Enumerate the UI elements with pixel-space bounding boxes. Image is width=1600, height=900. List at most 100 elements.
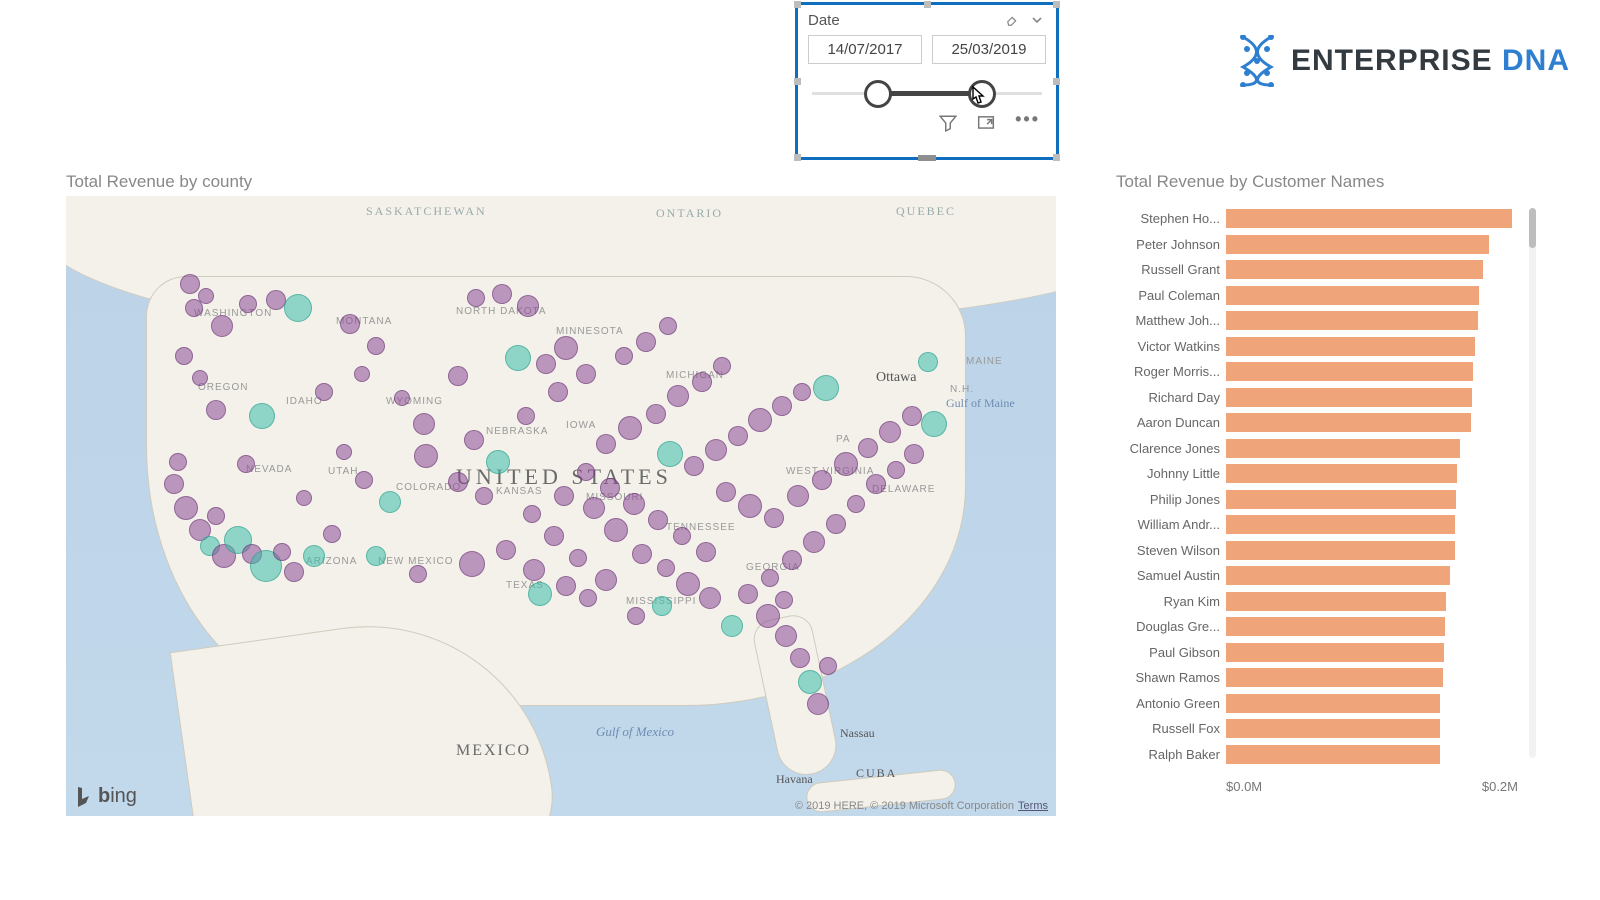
focus-mode-icon[interactable] <box>977 114 995 137</box>
map-data-bubble[interactable] <box>764 508 784 528</box>
map-data-bubble[interactable] <box>798 670 822 694</box>
map-data-bubble[interactable] <box>632 544 652 564</box>
bar-row[interactable]: Antonio Green <box>1116 691 1518 717</box>
bar-row[interactable]: Peter Johnson <box>1116 232 1518 258</box>
bar-row[interactable]: Russell Fox <box>1116 716 1518 742</box>
map-data-bubble[interactable] <box>486 450 510 474</box>
map-data-bubble[interactable] <box>618 416 642 440</box>
map-data-bubble[interactable] <box>604 518 628 542</box>
map-provider-logo[interactable]: bing <box>74 785 137 808</box>
map-data-bubble[interactable] <box>379 491 401 513</box>
map-data-bubble[interactable] <box>748 408 772 432</box>
bar-row[interactable]: Paul Gibson <box>1116 640 1518 666</box>
map-data-bubble[interactable] <box>211 315 233 337</box>
map-data-bubble[interactable] <box>684 456 704 476</box>
clear-selections-icon[interactable] <box>1004 11 1022 29</box>
map-data-bubble[interactable] <box>887 461 905 479</box>
map-data-bubble[interactable] <box>239 295 257 313</box>
map-data-bubble[interactable] <box>921 411 947 437</box>
map-data-bubble[interactable] <box>652 596 672 616</box>
bar-row[interactable]: Victor Watkins <box>1116 334 1518 360</box>
map-data-bubble[interactable] <box>237 455 255 473</box>
map-data-bubble[interactable] <box>174 496 198 520</box>
chart-scroll-thumb[interactable] <box>1529 208 1536 248</box>
map-data-bubble[interactable] <box>756 604 780 628</box>
map-data-bubble[interactable] <box>879 421 901 443</box>
more-options-icon[interactable]: ••• <box>1015 114 1040 137</box>
bar-row[interactable]: Ryan Kim <box>1116 589 1518 615</box>
map-data-bubble[interactable] <box>673 527 691 545</box>
bar-row[interactable]: Aaron Duncan <box>1116 410 1518 436</box>
map-data-bubble[interactable] <box>323 525 341 543</box>
map-data-bubble[interactable] <box>807 693 829 715</box>
filter-icon[interactable] <box>939 114 957 137</box>
map-data-bubble[interactable] <box>713 357 731 375</box>
map-data-bubble[interactable] <box>266 290 286 310</box>
resize-handle[interactable] <box>1053 1 1060 8</box>
bar-row[interactable]: Russell Grant <box>1116 257 1518 283</box>
map-data-bubble[interactable] <box>517 295 539 317</box>
map-data-bubble[interactable] <box>692 372 712 392</box>
map-data-bubble[interactable] <box>394 390 410 406</box>
map-data-bubble[interactable] <box>464 430 484 450</box>
map-data-bubble[interactable] <box>528 582 552 606</box>
bar-row[interactable]: Paul Coleman <box>1116 283 1518 309</box>
bar-row[interactable]: William Andr... <box>1116 512 1518 538</box>
map-data-bubble[interactable] <box>175 347 193 365</box>
bar-row[interactable]: Ralph Baker <box>1116 742 1518 768</box>
resize-handle[interactable] <box>924 1 931 8</box>
resize-handle[interactable] <box>794 1 801 8</box>
map-data-bubble[interactable] <box>180 274 200 294</box>
map-data-bubble[interactable] <box>646 404 666 424</box>
map-data-bubble[interactable] <box>803 531 825 553</box>
bar-row[interactable]: Clarence Jones <box>1116 436 1518 462</box>
map-data-bubble[interactable] <box>577 463 595 481</box>
bar-row[interactable]: Roger Morris... <box>1116 359 1518 385</box>
map-data-bubble[interactable] <box>207 507 225 525</box>
map-data-bubble[interactable] <box>787 485 809 507</box>
map-data-bubble[interactable] <box>902 406 922 426</box>
map-visual[interactable]: SASKATCHEWAN ONTARIO QUEBEC UNITED STATE… <box>66 196 1056 816</box>
map-data-bubble[interactable] <box>284 562 304 582</box>
customer-bar-chart[interactable]: Stephen Ho...Peter JohnsonRussell GrantP… <box>1116 200 1536 800</box>
map-data-bubble[interactable] <box>738 584 758 604</box>
map-data-bubble[interactable] <box>761 569 779 587</box>
chart-scrollbar[interactable] <box>1529 208 1536 758</box>
map-data-bubble[interactable] <box>600 478 620 498</box>
chevron-down-icon[interactable] <box>1028 11 1046 29</box>
map-data-bubble[interactable] <box>819 657 837 675</box>
map-data-bubble[interactable] <box>847 495 865 513</box>
map-data-bubble[interactable] <box>448 472 468 492</box>
map-data-bubble[interactable] <box>579 589 597 607</box>
map-data-bubble[interactable] <box>544 526 564 546</box>
bar-row[interactable]: Stephen Ho... <box>1116 206 1518 232</box>
map-data-bubble[interactable] <box>505 345 531 371</box>
map-data-bubble[interactable] <box>657 559 675 577</box>
map-data-bubble[interactable] <box>583 497 605 519</box>
date-range-slider[interactable] <box>808 74 1046 114</box>
map-data-bubble[interactable] <box>738 494 762 518</box>
bar-row[interactable]: Samuel Austin <box>1116 563 1518 589</box>
date-end-input[interactable]: 25/03/2019 <box>932 35 1046 64</box>
map-data-bubble[interactable] <box>596 434 616 454</box>
map-data-bubble[interactable] <box>627 607 645 625</box>
map-data-bubble[interactable] <box>249 403 275 429</box>
map-data-bubble[interactable] <box>793 383 811 401</box>
map-data-bubble[interactable] <box>467 289 485 307</box>
map-data-bubble[interactable] <box>206 400 226 420</box>
map-data-bubble[interactable] <box>192 370 208 386</box>
map-data-bubble[interactable] <box>273 543 291 561</box>
map-data-bubble[interactable] <box>354 366 370 382</box>
map-data-bubble[interactable] <box>623 493 645 515</box>
bar-row[interactable]: Shawn Ramos <box>1116 665 1518 691</box>
map-data-bubble[interactable] <box>648 510 668 530</box>
map-data-bubble[interactable] <box>782 550 802 570</box>
resize-handle[interactable] <box>1053 78 1060 85</box>
map-data-bubble[interactable] <box>866 474 886 494</box>
map-data-bubble[interactable] <box>569 549 587 567</box>
date-start-input[interactable]: 14/07/2017 <box>808 35 922 64</box>
map-data-bubble[interactable] <box>366 546 386 566</box>
map-data-bubble[interactable] <box>414 444 438 468</box>
map-data-bubble[interactable] <box>336 444 352 460</box>
map-terms-link[interactable]: Terms <box>1018 800 1048 812</box>
